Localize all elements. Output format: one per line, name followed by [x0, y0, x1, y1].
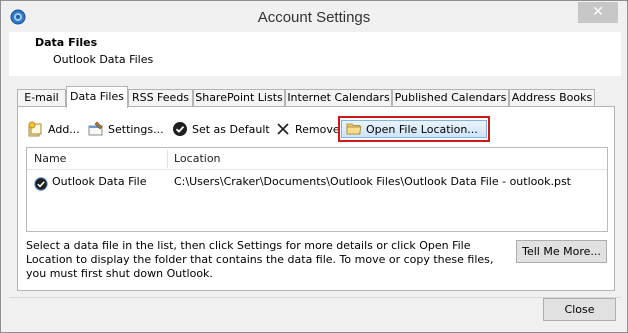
tell-me-more-button[interactable]: Tell Me More...: [516, 240, 607, 263]
tab-data-files[interactable]: Data Files: [66, 86, 128, 108]
settings-icon: [88, 121, 103, 136]
tab-internet-calendars[interactable]: Internet Calendars: [285, 89, 392, 107]
tab-sharepoint-lists[interactable]: SharePoint Lists: [193, 89, 285, 107]
column-header-name[interactable]: Name: [34, 148, 66, 170]
close-button[interactable]: Close: [543, 298, 616, 321]
column-separator[interactable]: [167, 150, 168, 168]
default-file-check-icon: [34, 177, 48, 191]
remove-label: Remove: [295, 122, 340, 136]
open-file-location-label: Open File Location...: [366, 122, 478, 136]
data-files-panel: Add... Settings... Set as Default Remove…: [17, 106, 615, 291]
table-row[interactable]: Outlook Data File C:\Users\Craker\Docume…: [28, 172, 588, 192]
checkmark-circle-icon: [173, 122, 187, 136]
settings-button[interactable]: Settings...: [88, 117, 164, 141]
open-file-location-inner: Open File Location...: [341, 120, 487, 138]
header-title: Data Files: [35, 36, 98, 49]
toolbar: Add... Settings... Set as Default Remove…: [18, 116, 614, 142]
set-as-default-label: Set as Default: [192, 122, 270, 136]
tab-published-calendars[interactable]: Published Calendars: [392, 89, 509, 107]
settings-label: Settings...: [108, 122, 164, 136]
divider: [9, 297, 621, 298]
remove-button[interactable]: Remove: [275, 117, 340, 141]
header-panel: Data Files Outlook Data Files: [9, 32, 621, 76]
list-header: Name Location: [27, 148, 607, 170]
set-as-default-button[interactable]: Set as Default: [172, 117, 270, 141]
header-subtitle: Outlook Data Files: [53, 53, 154, 66]
folder-icon: [346, 123, 362, 135]
window-title: Account Settings: [257, 9, 371, 26]
add-button[interactable]: Add...: [28, 117, 80, 141]
column-header-location[interactable]: Location: [174, 148, 221, 170]
help-description: Select a data file in the list, then cli…: [26, 239, 494, 280]
title-bar: Account Settings ✕: [2, 2, 626, 32]
add-label: Add...: [48, 122, 80, 136]
add-data-file-icon: [28, 121, 42, 137]
tab-rss-feeds[interactable]: RSS Feeds: [128, 89, 193, 107]
row-location: C:\Users\Craker\Documents\Outlook Files\…: [174, 175, 571, 188]
tab-address-books[interactable]: Address Books: [509, 89, 595, 107]
data-files-list: Name Location Outlook Data File C:\Users…: [26, 147, 608, 232]
row-name: Outlook Data File: [52, 175, 147, 188]
remove-x-icon: [277, 123, 289, 135]
tab-email[interactable]: E-mail: [17, 89, 66, 107]
open-file-location-button[interactable]: Open File Location...: [338, 116, 490, 142]
window-close-button[interactable]: ✕: [578, 2, 618, 23]
account-settings-dialog: Account Settings ✕ Data Files Outlook Da…: [0, 0, 628, 333]
